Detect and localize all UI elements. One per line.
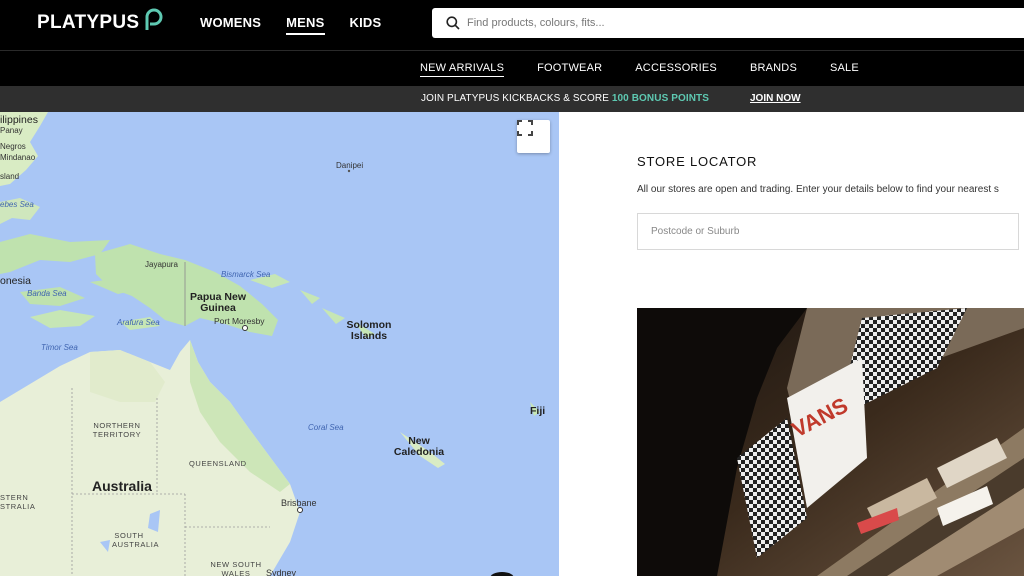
map-label-negros: Negros bbox=[0, 142, 26, 151]
map-label-solomon-islands: Solomon Islands bbox=[346, 319, 392, 342]
map-label-jayapura: Jayapura bbox=[145, 260, 178, 269]
map-label-danipei: Danipei bbox=[336, 161, 364, 170]
map-label-philippines: ilippines bbox=[0, 114, 38, 126]
nav-kids[interactable]: KIDS bbox=[350, 15, 382, 35]
map-label-queensland: QUEENSLAND bbox=[189, 459, 247, 468]
promo-text: JOIN PLATYPUS KICKBACKS & SCORE 100 BONU… bbox=[421, 93, 709, 104]
store-map[interactable]: ilippines Panay Negros Mindanao sland eb… bbox=[0, 112, 559, 576]
nav-womens[interactable]: WOMENS bbox=[200, 15, 261, 35]
search-bar bbox=[432, 8, 1024, 38]
category-footwear[interactable]: FOOTWEAR bbox=[537, 62, 602, 77]
locator-description: All our stores are open and trading. Ent… bbox=[637, 184, 999, 195]
fullscreen-icon bbox=[517, 120, 533, 136]
map-label-mindanao: Mindanao bbox=[0, 153, 36, 162]
map-label-indonesia: onesia bbox=[0, 275, 31, 287]
search-icon[interactable] bbox=[446, 16, 460, 30]
map-label-new-caledonia: New Caledonia bbox=[393, 435, 445, 458]
map-label-fiji: Fiji bbox=[530, 405, 546, 417]
store-photo: VANS bbox=[637, 308, 1024, 576]
page-title: STORE LOCATOR bbox=[637, 154, 758, 169]
category-accessories[interactable]: ACCESSORIES bbox=[635, 62, 717, 77]
map-label-new-south-wales: NEW SOUTH WALES bbox=[210, 560, 262, 576]
search-input[interactable] bbox=[467, 17, 987, 29]
store-locator-panel: STORE LOCATOR All our stores are open an… bbox=[637, 112, 1024, 576]
category-brands[interactable]: BRANDS bbox=[750, 62, 797, 77]
map-label-island: sland bbox=[0, 172, 20, 181]
map-label-northern-territory: NORTHERN TERRITORY bbox=[92, 421, 142, 439]
category-new-arrivals[interactable]: NEW ARRIVALS bbox=[420, 62, 505, 77]
map-label-panay: Panay bbox=[0, 126, 23, 135]
map-land-shapes bbox=[0, 112, 540, 576]
logo-text: PLATYPUS bbox=[37, 12, 140, 33]
map-label-celebes-sea: ebes Sea bbox=[0, 200, 34, 209]
fullscreen-button[interactable] bbox=[517, 120, 550, 153]
map-label-brisbane: Brisbane bbox=[281, 498, 317, 508]
map-label-banda-sea: Banda Sea bbox=[27, 289, 67, 298]
gender-nav: WOMENS MENS KIDS bbox=[200, 15, 406, 35]
category-nav: NEW ARRIVALS FOOTWEAR ACCESSORIES BRANDS… bbox=[0, 50, 1024, 86]
map-label-papua-new-guinea: Papua New Guinea bbox=[189, 291, 247, 314]
map-label-south-australia: SOUTH AUSTRALIA bbox=[112, 531, 160, 549]
postcode-input[interactable] bbox=[637, 213, 1019, 250]
map-label-port-moresby: Port Moresby bbox=[214, 316, 265, 326]
map-label-australia: Australia bbox=[92, 478, 152, 494]
top-header: PLATYPUS WOMENS MENS KIDS bbox=[0, 0, 1024, 50]
promo-text-before: JOIN PLATYPUS KICKBACKS & SCORE bbox=[421, 93, 609, 104]
nav-mens[interactable]: MENS bbox=[286, 15, 325, 35]
map-label-coral-sea: Coral Sea bbox=[308, 423, 344, 432]
map-label-sydney: Sydney bbox=[266, 568, 297, 576]
map-label-timor-sea: Timor Sea bbox=[41, 343, 78, 352]
platypus-logo[interactable]: PLATYPUS bbox=[37, 8, 163, 38]
map-label-arafura-sea: Arafura Sea bbox=[117, 318, 160, 327]
join-now-link[interactable]: JOIN NOW bbox=[750, 93, 801, 104]
map-label-western-australia: STERN STRALIA bbox=[0, 493, 36, 511]
promo-highlight: 100 BONUS POINTS bbox=[611, 93, 710, 104]
logo-mark-icon bbox=[145, 8, 163, 30]
category-sale[interactable]: SALE bbox=[830, 62, 859, 77]
promo-banner: JOIN PLATYPUS KICKBACKS & SCORE 100 BONU… bbox=[0, 86, 1024, 112]
map-label-bismarck-sea: Bismarck Sea bbox=[221, 270, 271, 279]
